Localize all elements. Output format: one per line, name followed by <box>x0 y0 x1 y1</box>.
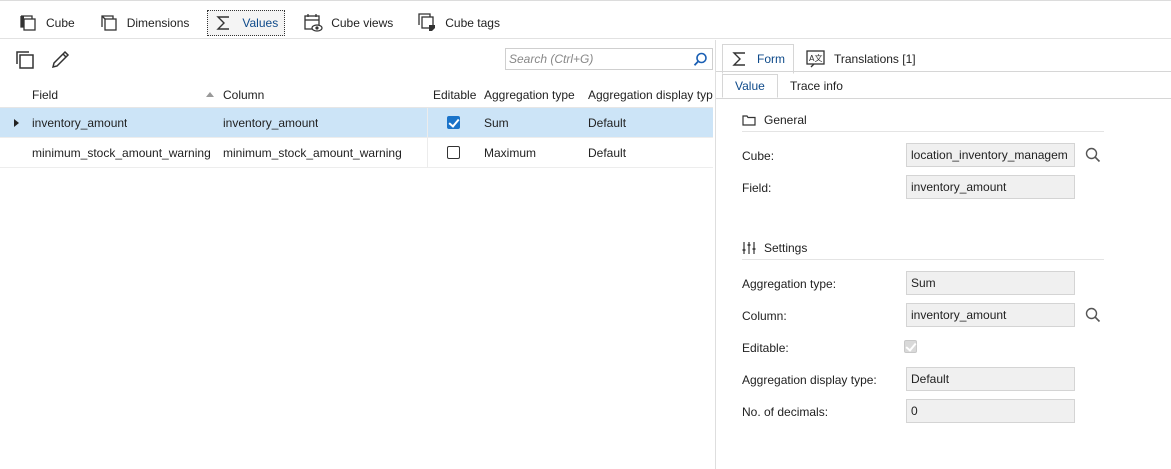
tab-cube-tags-label: Cube tags <box>445 15 500 30</box>
tab-form-label: Form <box>757 52 785 66</box>
editable-label: Editable: <box>742 341 789 355</box>
tab-cube-views-label: Cube views <box>331 15 394 30</box>
table-row[interactable]: minimum_stock_amount_warning minimum_sto… <box>0 138 713 168</box>
cell-field: inventory_amount <box>32 116 128 130</box>
decimals-field[interactable]: 0 <box>906 399 1075 423</box>
svg-text:A文: A文 <box>809 53 822 63</box>
sort-ascending-icon <box>206 92 214 97</box>
field-field[interactable]: inventory_amount <box>906 175 1075 199</box>
top-tab-bar: Cube Dimensions Values Cube views Cube t… <box>0 7 1171 39</box>
column-lookup-search-icon[interactable] <box>1084 306 1102 324</box>
details-pane: Form A文 Translations [1] Value Trace inf… <box>716 40 1171 469</box>
cube-label: Cube: <box>742 149 775 163</box>
column-header-editable[interactable]: Editable <box>433 88 476 102</box>
tab-dimensions[interactable]: Dimensions <box>93 10 196 36</box>
table-row[interactable]: inventory_amount inventory_amount Sum De… <box>0 108 713 138</box>
pencil-icon <box>49 49 71 74</box>
column-header-aggregation-display-type[interactable]: Aggregation display typ <box>588 88 713 102</box>
section-general-title: General <box>764 112 807 127</box>
aggregation-display-type-field[interactable]: Default <box>906 367 1075 391</box>
settings-sliders-icon <box>742 241 756 255</box>
dimensions-icon <box>99 13 119 33</box>
column-header-aggregation-type[interactable]: Aggregation type <box>484 88 575 102</box>
section-settings-title: Settings <box>764 240 808 255</box>
copy-button[interactable] <box>13 49 37 73</box>
sigma-icon <box>731 50 749 68</box>
grid-header: Field Column Editable Aggregation type A… <box>0 82 713 108</box>
tab-cube-views[interactable]: Cube views <box>297 10 399 36</box>
editable-checkbox-readonly[interactable] <box>904 340 917 353</box>
aggregation-type-field[interactable]: Sum <box>906 271 1075 295</box>
search-icon[interactable] <box>693 52 708 70</box>
sigma-icon <box>214 13 234 33</box>
cube-views-icon <box>303 13 323 33</box>
tab-divider <box>716 71 1171 72</box>
grid-toolbar <box>0 40 715 82</box>
aggregation-display-type-label: Aggregation display type: <box>742 373 877 387</box>
field-label: Field: <box>742 181 772 195</box>
tab-values-label: Values <box>242 15 279 30</box>
cube-field[interactable]: location_inventory_managem <box>906 143 1075 167</box>
values-list-pane: Field Column Editable Aggregation type A… <box>0 40 715 469</box>
decimals-label: No. of decimals: <box>742 405 829 419</box>
aggregation-type-label: Aggregation type: <box>742 277 837 291</box>
cell-aggregation-display-type: Default <box>588 146 627 160</box>
editable-checkbox[interactable] <box>447 116 460 129</box>
top-border <box>0 0 1171 3</box>
edit-button[interactable] <box>48 49 72 73</box>
cell-aggregation-type: Maximum <box>484 146 537 160</box>
tab-values[interactable]: Values <box>207 9 286 36</box>
tab-translations-label: Translations [1] <box>834 52 916 66</box>
details-tab-bar: Form A文 Translations [1] <box>716 42 1171 74</box>
tab-cube-label: Cube <box>46 15 75 30</box>
subtab-divider <box>716 98 1171 99</box>
column-field[interactable]: inventory_amount <box>906 303 1075 327</box>
cell-aggregation-display-type: Default <box>588 116 627 130</box>
subtab-trace-info[interactable]: Trace info <box>778 74 855 98</box>
cell-column: minimum_stock_amount_warning <box>223 146 402 160</box>
column-header-field[interactable]: Field <box>32 88 58 102</box>
editable-checkbox[interactable] <box>447 146 460 159</box>
section-settings: Settings <box>742 236 1104 260</box>
column-header-column[interactable]: Column <box>223 88 264 102</box>
tab-translations[interactable]: A文 Translations [1] <box>798 44 924 74</box>
translate-icon: A文 <box>806 50 826 68</box>
column-label: Column: <box>742 309 787 323</box>
column-divider <box>427 108 428 168</box>
search-box[interactable] <box>505 48 713 70</box>
cell-column: inventory_amount <box>223 116 319 130</box>
tab-cube[interactable]: Cube <box>12 10 81 36</box>
folder-icon <box>742 113 756 127</box>
row-indicator-icon <box>14 119 19 127</box>
tab-cube-tags[interactable]: Cube tags <box>411 10 506 36</box>
cube-icon <box>18 13 38 33</box>
copy-icon <box>14 49 36 74</box>
tab-form[interactable]: Form <box>722 44 794 74</box>
subtab-value[interactable]: Value <box>722 74 778 98</box>
cube-tags-icon <box>417 12 437 33</box>
cube-lookup-search-icon[interactable] <box>1084 146 1102 164</box>
cell-field: minimum_stock_amount_warning <box>32 146 211 160</box>
section-general: General <box>742 108 1104 132</box>
search-input[interactable] <box>506 49 686 69</box>
cell-aggregation-type: Sum <box>484 116 509 130</box>
tab-dimensions-label: Dimensions <box>126 15 190 30</box>
